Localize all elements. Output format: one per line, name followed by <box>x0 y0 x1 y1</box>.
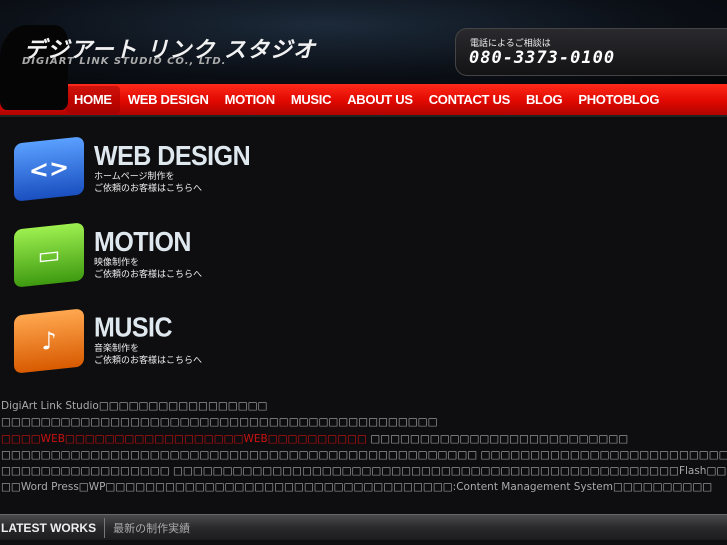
latest-works-subtitle: 最新の制作実績 <box>113 521 191 535</box>
intro-line: □□Word Press□WP□□□□□□□□□□□□□□□□□□□□□□□□□… <box>1 481 713 494</box>
desc-line: ご依頼のお客様はこちらへ <box>94 356 203 366</box>
intro-line: □□□□WEB□□□□□□□□□□□□□□□□□□WEB□□□□□□□□□□ □… <box>1 431 727 447</box>
service-title: MUSIC <box>94 312 173 344</box>
site-header: デジアート リンク スタジオ DIGIART LINK STUDIO CO., … <box>0 0 727 110</box>
logo-en[interactable]: DIGIART LINK STUDIO CO., LTD. <box>22 56 226 67</box>
intro-line: DigiArt Link Studio□□□□□□□□□□□□□□□□□ <box>1 400 268 412</box>
desc-line: 映像制作を <box>94 258 140 268</box>
intro-line: □□□□□□□□□□□□□□□□□□□□□□□□□□□□□□□□□□□□□□□□… <box>1 416 438 429</box>
nav-contact-us[interactable]: CONTACT US <box>421 86 518 114</box>
service-motion[interactable]: ▭ MOTION 映像制作をご依頼のお客様はこちらへ <box>14 222 334 296</box>
desc-line: ホームページ制作を <box>94 172 175 182</box>
latest-works-title: LATEST WORKS <box>0 517 106 538</box>
service-title: MOTION <box>94 226 192 258</box>
intro-highlight: □□□□WEB□□□□□□□□□□□□□□□□□□WEB□□□□□□□□□□ <box>1 432 367 445</box>
nav-blog[interactable]: BLOG <box>518 86 570 114</box>
code-icon: <> <box>14 136 84 202</box>
desc-line: 音楽制作を <box>94 344 140 354</box>
music-note-icon: ♪ <box>14 308 84 374</box>
nav-music[interactable]: MUSIC <box>283 86 339 114</box>
intro-line-rest: □□□□□□□□□□□□□□□□□□□□□□□□□□ <box>366 432 629 445</box>
nav-home[interactable]: HOME <box>66 85 120 114</box>
nav-about-us[interactable]: ABOUT US <box>339 86 421 114</box>
service-desc: 映像制作をご依頼のお客様はこちらへ <box>94 257 202 281</box>
desc-line: ご依頼のお客様はこちらへ <box>94 184 203 194</box>
intro-text: DigiArt Link Studio□□□□□□□□□□□□□□□□□ □□□… <box>1 398 727 496</box>
nav-motion[interactable]: MOTION <box>217 86 283 114</box>
intro-line: □□□□□□□□□□□□□□□□□□□□□□□□□□□□□□□□□□□□□□□□… <box>1 448 727 461</box>
desc-line: ご依頼のお客様はこちらへ <box>94 270 203 280</box>
service-title: WEB DESIGN <box>94 140 251 172</box>
phone-number: 080-3373-0100 <box>469 48 616 68</box>
intro-line: □□□□□□□□□□□□□□□□□ □□□□□□□□□□□□□□□□□□□□□□… <box>1 465 727 478</box>
main-nav: HOME WEB DESIGN MOTION MUSIC ABOUT US CO… <box>0 84 727 117</box>
clapperboard-icon: ▭ <box>14 222 84 288</box>
service-desc: ホームページ制作をご依頼のお客様はこちらへ <box>94 171 202 195</box>
service-desc: 音楽制作をご依頼のお客様はこちらへ <box>94 343 202 367</box>
service-music[interactable]: ♪ MUSIC 音楽制作をご依頼のお客様はこちらへ <box>14 308 334 382</box>
nav-web-design[interactable]: WEB DESIGN <box>120 86 217 114</box>
phone-box: 電話によるご相談は 080-3373-0100 <box>455 28 727 76</box>
service-web-design[interactable]: <> WEB DESIGN ホームページ制作をご依頼のお客様はこちらへ <box>14 136 334 210</box>
nav-photoblog[interactable]: PHOTOBLOG <box>570 86 667 114</box>
latest-works-header: LATEST WORKS 最新の制作実績 <box>0 514 727 540</box>
